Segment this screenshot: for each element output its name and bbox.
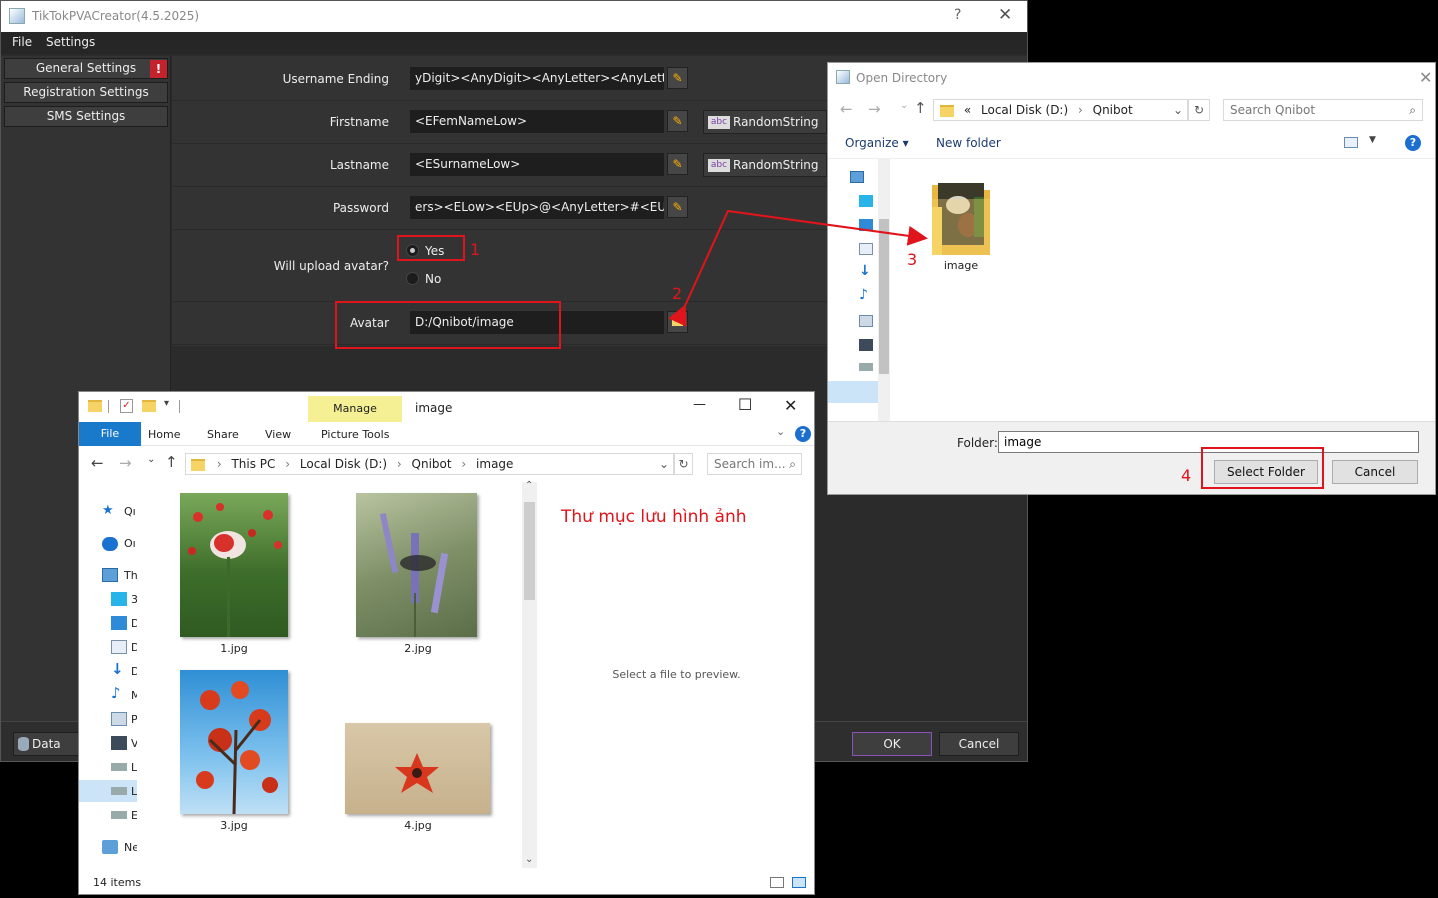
annotation-arrow	[668, 209, 928, 327]
annotation-arrows	[668, 209, 928, 327]
